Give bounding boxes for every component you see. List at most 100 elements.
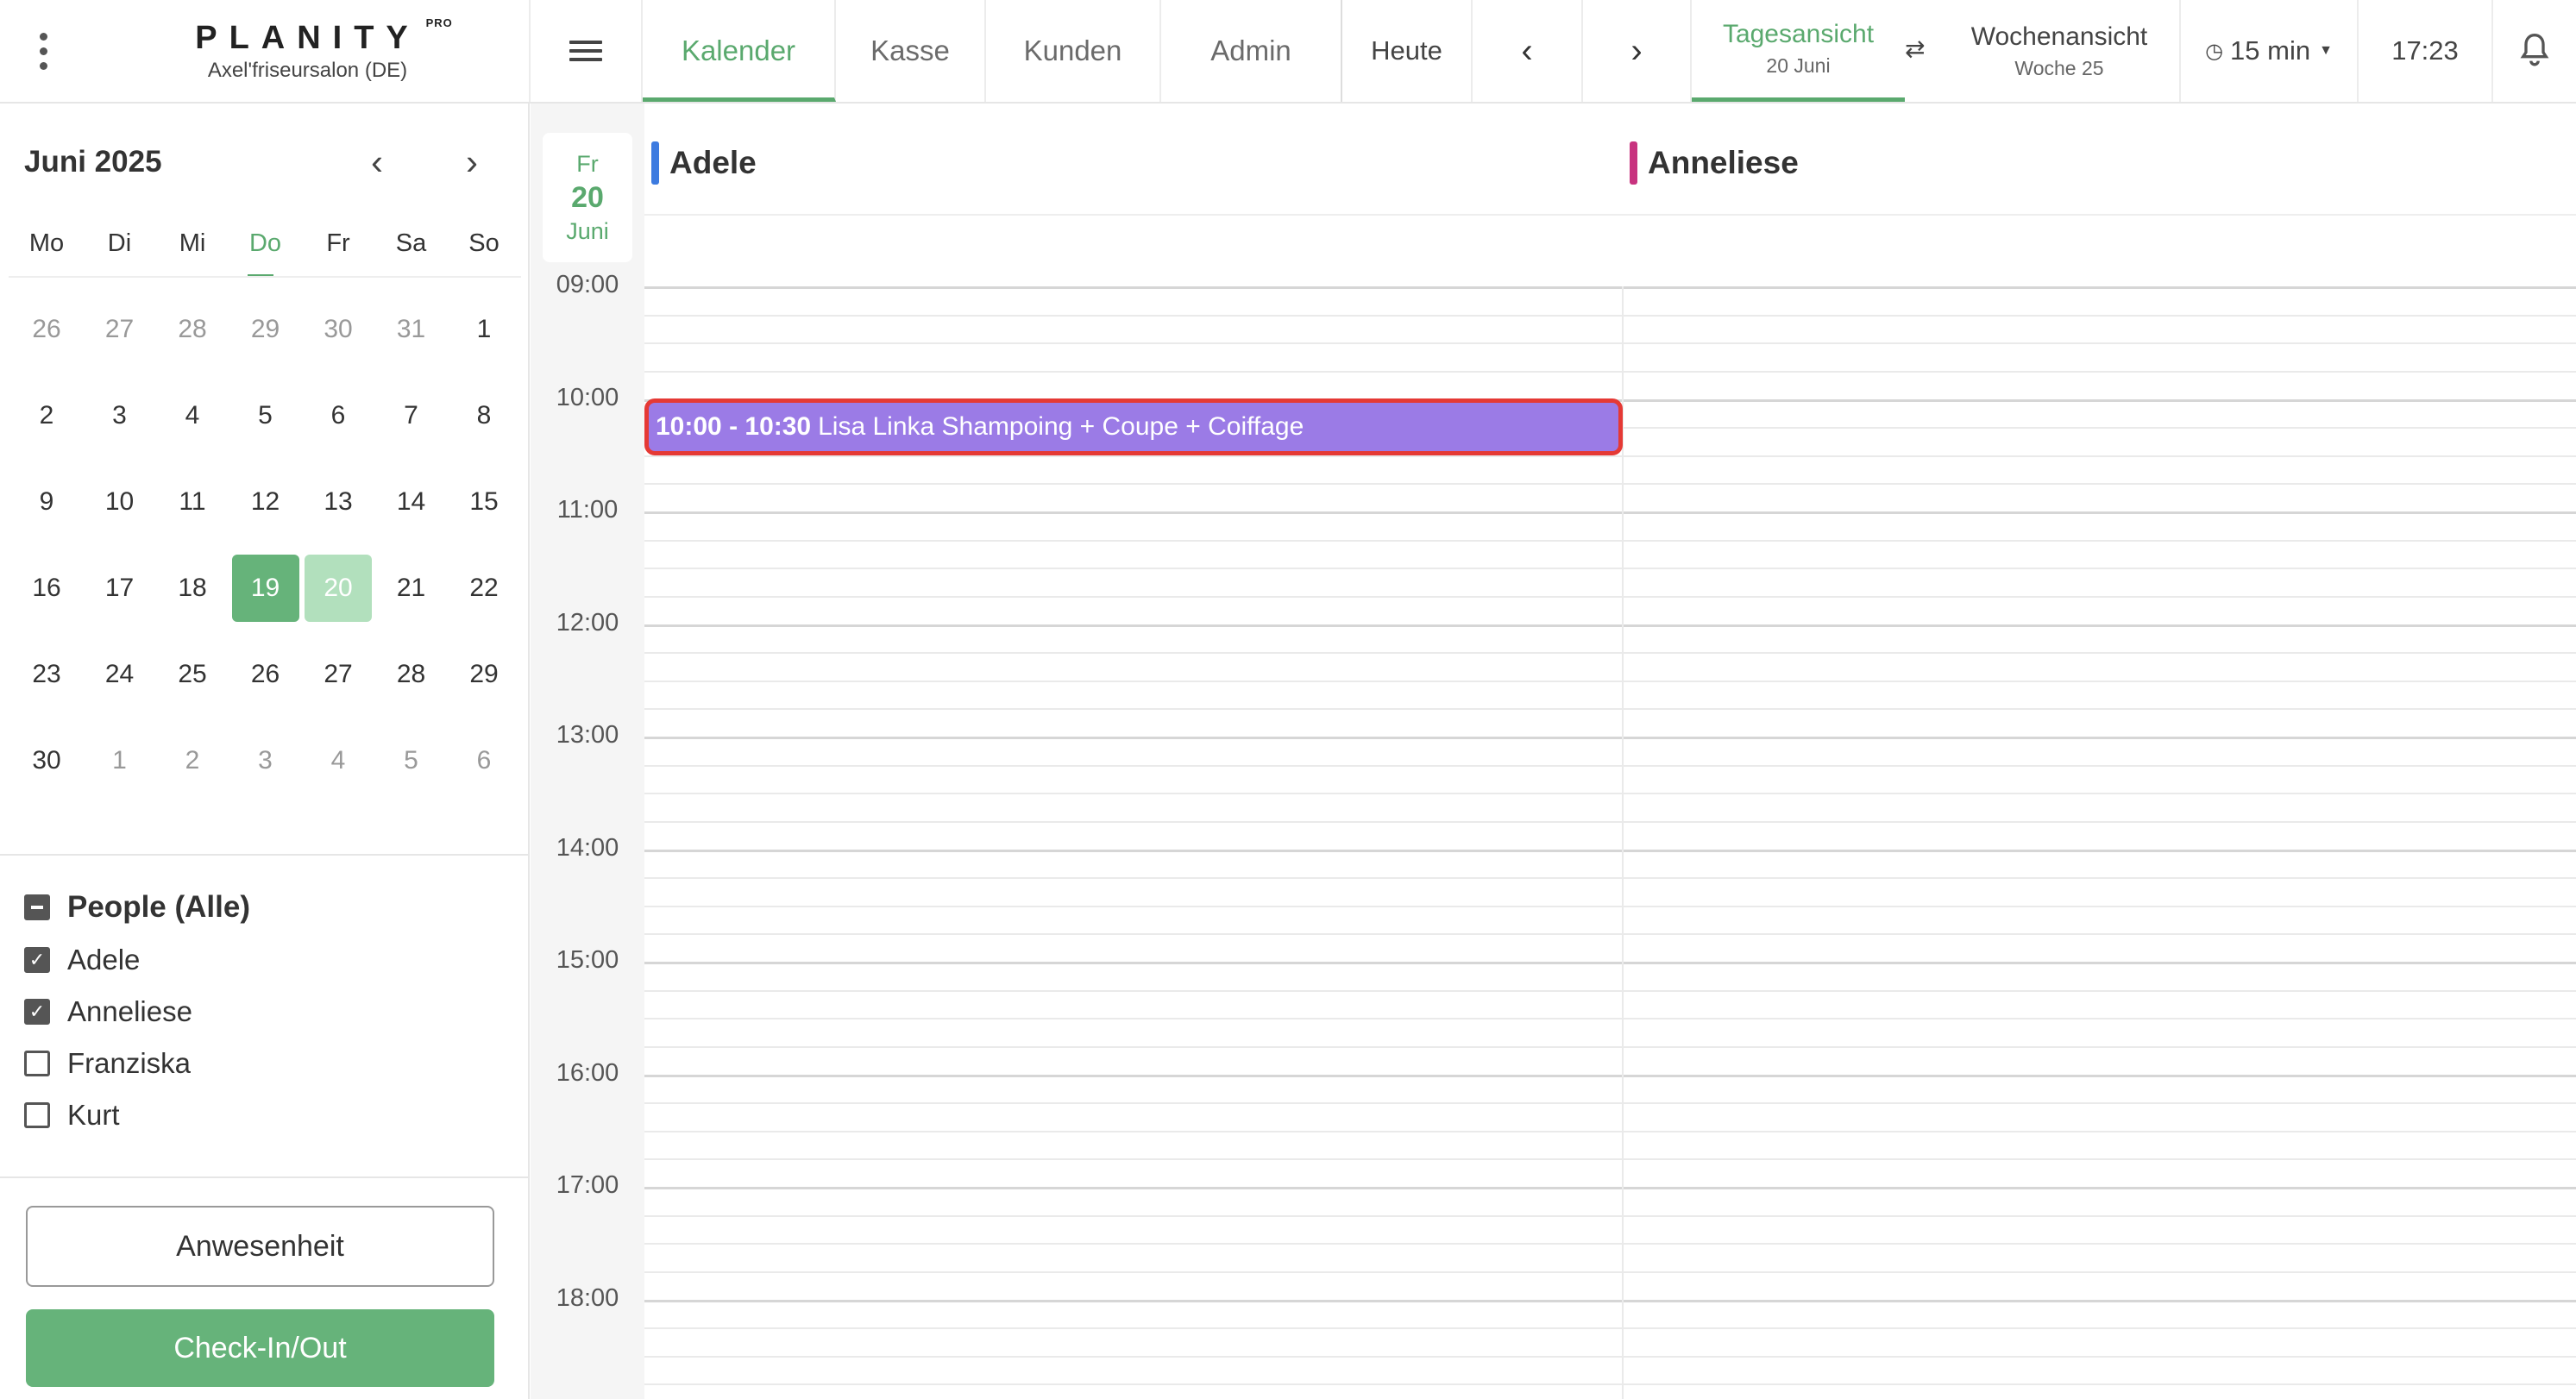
calendar-day[interactable]: 25 [159,641,226,708]
calendar-day[interactable]: 22 [450,555,518,622]
calendar-day[interactable]: 5 [232,382,299,449]
calendar-day[interactable]: 20 [305,555,372,622]
prev-month-button[interactable]: ‹ [371,141,383,183]
hamburger-button[interactable] [531,0,643,102]
clock-icon: ◷ [2205,39,2224,63]
today-button[interactable]: Heute [1342,0,1473,102]
hour-line [644,624,2576,627]
column-divider [1622,286,1624,1399]
calendar-day[interactable]: 21 [378,555,445,622]
calendar-day[interactable]: 9 [13,468,80,536]
notifications-button[interactable] [2493,0,2576,102]
quarter-line [644,989,2576,992]
hour-line [644,511,2576,514]
calendar-day[interactable]: 8 [450,382,518,449]
quarter-line [644,1158,2576,1161]
calendar-day[interactable]: 3 [86,382,154,449]
top-bar: PLANITY PRO Axel'friseursalon (DE) Kalend… [0,0,2576,104]
quarter-line [644,1355,2576,1358]
staff-color-bar [651,141,659,185]
hour-label: 09:00 [556,271,619,298]
hour-line [644,286,2576,289]
calendar-day[interactable]: 30 [305,296,372,363]
calendar-day[interactable]: 11 [159,468,226,536]
people-filter-all[interactable]: People (Alle) [24,890,250,925]
calendar-day[interactable]: 27 [305,641,372,708]
quarter-line [644,483,2576,486]
calendar-day[interactable]: 13 [305,468,372,536]
calendar-day[interactable]: 26 [13,296,80,363]
calendar-day[interactable]: 18 [159,555,226,622]
person-filter-franziska[interactable]: Franziska [24,1047,191,1080]
staff-color-bar [1630,141,1637,185]
calendar-day[interactable]: 6 [305,382,372,449]
next-day-button[interactable]: › [1583,0,1692,102]
calendar-day[interactable]: 10 [86,468,154,536]
calendar-day[interactable]: 1 [86,727,154,794]
quarter-line [644,314,2576,317]
calendar-day[interactable]: 3 [232,727,299,794]
swap-icon[interactable]: ⇄ [1905,35,1925,63]
weekday-label: Do [248,229,282,257]
calendar-day[interactable]: 6 [450,727,518,794]
check-in-out-button[interactable]: Check-In/Out [26,1309,494,1387]
calendar-day[interactable]: 4 [159,382,226,449]
more-menu-button[interactable] [0,0,86,102]
calendar-day[interactable]: 26 [232,641,299,708]
calendar-day[interactable]: 12 [232,468,299,536]
quarter-line [644,1383,2576,1386]
calendar-day[interactable]: 19 [231,555,299,622]
calendar-day[interactable]: 28 [159,296,226,363]
person-filter-kurt[interactable]: Kurt [24,1099,120,1132]
calendar-day[interactable]: 15 [450,468,518,536]
chevron-left-icon: ‹ [371,141,383,182]
tab-admin[interactable]: Admin [1161,0,1342,102]
calendar-day[interactable]: 24 [86,641,154,708]
staff-column-anneliese[interactable]: Anneliese [1630,141,1799,185]
tab-kunden[interactable]: Kunden [986,0,1161,102]
weekday-label: Fr [326,229,350,257]
hour-line [644,1074,2576,1077]
calendar-day[interactable]: 29 [232,296,299,363]
staff-column-adele[interactable]: Adele [651,141,757,185]
calendar-day[interactable]: 2 [13,382,80,449]
interval-select[interactable]: ◷ 15 min ▼ [2181,0,2359,102]
calendar-day[interactable]: 1 [450,296,518,363]
calendar-day[interactable]: 5 [378,727,445,794]
attendance-button[interactable]: Anwesenheit [26,1206,494,1287]
calendar-day[interactable]: 31 [378,296,445,363]
calendar-day[interactable]: 2 [159,727,226,794]
current-time: 17:23 [2359,0,2493,102]
checkbox-checked-icon: ✓ [24,947,50,973]
calendar-day[interactable]: 17 [86,555,154,622]
appointment[interactable]: 10:00 - 10:30 Lisa Linka Shampoing + Cou… [644,398,1623,455]
hamburger-icon [569,35,602,66]
calendar-day[interactable]: 28 [378,641,445,708]
calendar-day[interactable]: 30 [13,727,80,794]
brand: PLANITY PRO Axel'friseursalon (DE) [86,0,531,102]
mini-calendar-month: Juni 2025 [24,145,162,179]
person-filter-anneliese[interactable]: ✓ Anneliese [24,995,192,1028]
checkbox-empty-icon [24,1051,50,1076]
quarter-line [644,595,2576,598]
person-filter-adele[interactable]: ✓ Adele [24,944,140,976]
quarter-line [644,820,2576,823]
calendar-day[interactable]: 29 [450,641,518,708]
weekday-label: Mi [179,229,206,257]
calendar-day[interactable]: 4 [305,727,372,794]
hour-label: 12:00 [556,608,619,637]
calendar-day[interactable]: 23 [13,641,80,708]
chevron-left-icon: ‹ [1521,31,1533,70]
tab-kalender[interactable]: Kalender [643,0,836,102]
calendar-day[interactable]: 14 [378,468,445,536]
quarter-line [644,793,2576,795]
calendar-day[interactable]: 7 [378,382,445,449]
next-month-button[interactable]: › [466,141,478,183]
tab-kasse[interactable]: Kasse [836,0,986,102]
week-view-button[interactable]: Wochenansicht Woche 25 [1939,0,2181,102]
hour-line [644,1299,2576,1302]
calendar-day[interactable]: 27 [86,296,154,363]
calendar-day[interactable]: 16 [13,555,80,622]
prev-day-button[interactable]: ‹ [1473,0,1583,102]
day-view-button[interactable]: Tagesansicht 20 Juni [1692,0,1905,102]
